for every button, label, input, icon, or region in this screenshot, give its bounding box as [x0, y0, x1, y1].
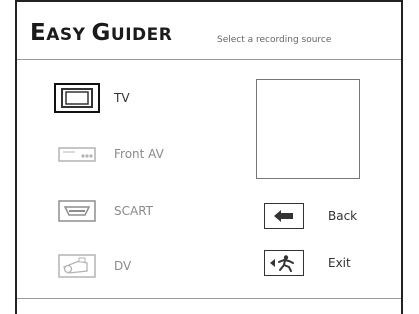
tv-icon	[54, 83, 100, 113]
source-label-scart: SCART	[114, 204, 153, 218]
source-label-tv: TV	[114, 91, 130, 105]
source-front-av[interactable]: Front AV	[54, 139, 164, 169]
header-subtitle: Select a recording source	[217, 35, 332, 45]
back-label: Back	[328, 209, 358, 223]
exit-label: Exit	[328, 256, 351, 270]
source-label-dv: DV	[114, 259, 132, 273]
arrow-left-icon	[274, 210, 293, 222]
exit-runner-icon	[270, 255, 294, 272]
exit-action[interactable]: Exit	[264, 250, 351, 276]
scart-icon	[54, 196, 100, 226]
footer-divider	[17, 298, 401, 299]
exit-button[interactable]	[264, 250, 304, 276]
source-label-front-av: Front AV	[114, 147, 164, 161]
camcorder-icon	[54, 251, 100, 281]
source-tv[interactable]: TV	[54, 83, 130, 113]
source-scart[interactable]: SCART	[54, 196, 153, 226]
back-button[interactable]	[264, 203, 304, 229]
back-action[interactable]: Back	[264, 203, 357, 229]
header-divider	[17, 59, 401, 60]
front-av-icon	[54, 139, 100, 169]
preview-window	[256, 79, 360, 179]
app-title: EASY GUIDER	[30, 20, 173, 46]
top-border	[15, 0, 403, 2]
source-dv[interactable]: DV	[54, 251, 131, 281]
